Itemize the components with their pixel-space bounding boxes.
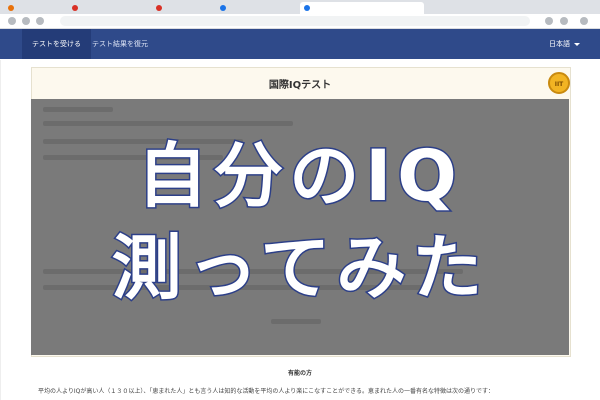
headline-line-2: 測ってみた — [110, 227, 489, 310]
blurred-text-line — [43, 121, 293, 126]
forward-icon[interactable] — [22, 17, 30, 25]
iit-logo-badge: IIT — [548, 72, 570, 94]
nav-take-test[interactable]: テストを受ける — [22, 29, 91, 59]
browser-tab[interactable] — [4, 2, 78, 14]
top-navbar: テストを受ける テスト結果を復元 日本語 — [0, 29, 600, 59]
tab-favicon-icon — [304, 5, 310, 11]
browser-toolbar — [0, 14, 600, 29]
back-icon[interactable] — [8, 17, 16, 25]
browser-tab-active[interactable] — [300, 2, 424, 14]
browser-tab[interactable] — [68, 2, 162, 14]
tab-favicon-icon — [220, 5, 226, 11]
address-bar[interactable] — [60, 16, 530, 26]
tab-favicon-icon — [156, 5, 162, 11]
language-label: 日本語 — [549, 40, 570, 48]
browser-tab-strip — [0, 0, 600, 14]
headline-line-1: 自分のIQ — [136, 135, 463, 218]
menu-icon[interactable] — [580, 17, 588, 25]
tab-favicon-icon — [8, 5, 14, 11]
extension-icon[interactable] — [545, 17, 553, 25]
page-title: 国際IQテスト — [268, 80, 332, 91]
browser-tab[interactable] — [152, 2, 226, 14]
browser-tab[interactable] — [216, 2, 310, 14]
chevron-down-icon — [574, 42, 580, 46]
blurred-text-line — [271, 319, 321, 324]
profile-icon[interactable] — [560, 17, 568, 25]
nav-search-results[interactable]: テスト結果を復元 — [82, 29, 158, 59]
blurred-text-line — [43, 107, 113, 112]
tab-favicon-icon — [72, 5, 78, 11]
section-heading: 有能の方 — [287, 370, 312, 377]
language-selector[interactable]: 日本語 — [549, 29, 580, 59]
section-body-text: 平均の人よりIQが高い人（１３０以上）、「恵まれた人」とも言う人は知的な活動を平… — [38, 388, 495, 395]
reload-icon[interactable] — [36, 17, 44, 25]
